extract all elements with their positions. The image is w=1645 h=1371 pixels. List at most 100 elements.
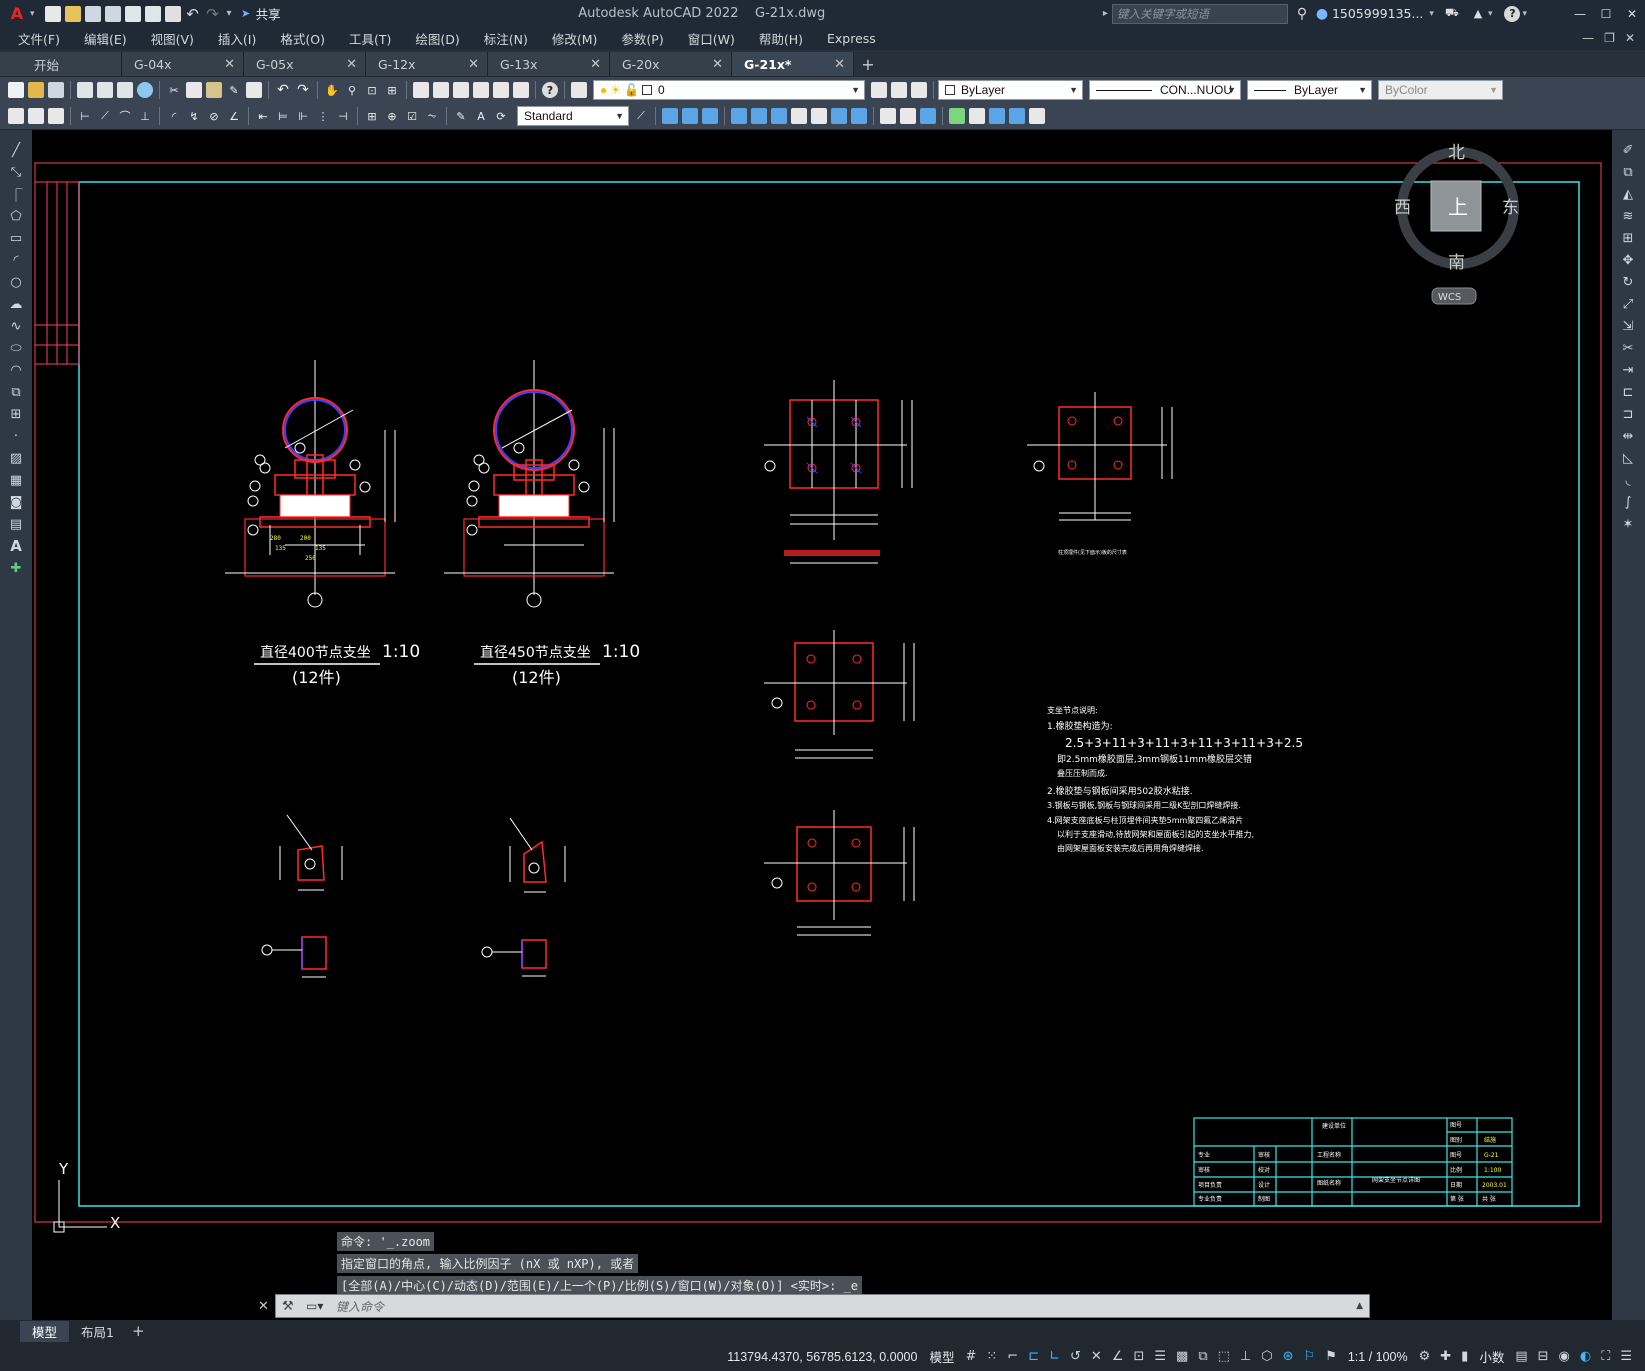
layer-walk-icon[interactable] — [28, 108, 44, 124]
dim-space-icon[interactable]: ⋮ — [315, 108, 331, 124]
dim-update-icon[interactable]: ⟳ — [493, 108, 509, 124]
save-icon[interactable] — [48, 82, 64, 98]
circle-icon[interactable]: ○ — [6, 272, 26, 292]
press-pull-icon[interactable] — [751, 108, 767, 124]
dim-aligned-icon[interactable]: ⟋ — [97, 108, 113, 124]
annotation-monitor-icon[interactable]: ✚ — [1440, 1349, 1451, 1364]
layer-icon[interactable] — [48, 108, 64, 124]
convert-icon[interactable] — [851, 108, 867, 124]
command-input[interactable]: ✕ ⚒ ▭▾ 键入命令 ▲ — [258, 1294, 1370, 1318]
open-file-icon[interactable] — [64, 5, 81, 22]
pan-icon[interactable]: ✋ — [324, 82, 340, 98]
maximize-icon[interactable]: ☐ — [1593, 7, 1619, 21]
close-tab-icon[interactable]: ✕ — [590, 57, 601, 72]
gradient-icon[interactable]: ▦ — [6, 470, 26, 490]
publish-icon[interactable] — [117, 82, 133, 98]
shade-icon[interactable] — [900, 108, 916, 124]
save-as-icon[interactable] — [104, 5, 121, 22]
menu-view[interactable]: 视图(V) — [139, 29, 206, 48]
layer-properties-icon[interactable] — [571, 82, 587, 98]
break-icon[interactable]: ⊐ — [1618, 404, 1638, 424]
attribute-icon[interactable] — [989, 108, 1005, 124]
grid-icon[interactable]: # — [965, 1349, 976, 1364]
preview-icon[interactable] — [97, 82, 113, 98]
cut-icon[interactable]: ✂ — [166, 82, 182, 98]
spline-icon[interactable]: ∿ — [6, 316, 26, 336]
units-icon[interactable]: ▮ — [1461, 1349, 1468, 1364]
user-icon[interactable]: ● — [1314, 6, 1330, 22]
close-tab-icon[interactable]: ✕ — [834, 57, 845, 72]
qnew-icon[interactable] — [8, 82, 24, 98]
doc-restore-icon[interactable]: ❐ — [1604, 31, 1615, 45]
transparency-icon[interactable]: ▩ — [1176, 1349, 1188, 1364]
tab-g-04x[interactable]: G-04x ✕ — [122, 52, 244, 76]
add-layout-icon[interactable]: + — [132, 1322, 145, 1340]
workspace-gear-icon[interactable]: ⚙ — [1419, 1349, 1431, 1364]
offset-icon[interactable]: ≋ — [1618, 206, 1638, 226]
annotation-scale[interactable]: 1:1 / 100% — [1348, 1350, 1408, 1364]
annotation-visibility-icon[interactable]: ⚐ — [1304, 1349, 1316, 1364]
quick-dim-icon[interactable]: ⇤ — [255, 108, 271, 124]
lineweight-icon[interactable]: ☰ — [1154, 1349, 1166, 1364]
stretch-icon[interactable]: ⇲ — [1618, 316, 1638, 336]
plot-icon[interactable] — [164, 5, 181, 22]
add-selected-icon[interactable]: ✚ — [6, 558, 26, 578]
autocad-logo-icon[interactable]: A — [4, 3, 30, 25]
arc-icon[interactable]: ◜ — [6, 250, 26, 270]
command-history-toggle-icon[interactable]: ▲ — [1356, 1301, 1363, 1311]
coordinate-readout[interactable]: 113794.4370, 56785.6123, 0.0000 — [727, 1350, 917, 1364]
ortho-icon[interactable]: ∟ — [1049, 1349, 1060, 1364]
hatch-icon[interactable]: ▨ — [6, 448, 26, 468]
quick-properties-icon[interactable]: ▤ — [1515, 1349, 1527, 1364]
visual-style-icon[interactable] — [880, 108, 896, 124]
save-web-icon[interactable] — [144, 5, 161, 22]
tab-g-12x[interactable]: G-12x ✕ — [366, 52, 488, 76]
dim-edit-icon[interactable]: ✎ — [453, 108, 469, 124]
solid-box-icon[interactable] — [662, 108, 678, 124]
dim-angular-icon[interactable]: ∠ — [226, 108, 242, 124]
revcloud-icon[interactable]: ☁ — [6, 294, 26, 314]
join-icon[interactable]: ⇹ — [1618, 426, 1638, 446]
new-file-icon[interactable] — [44, 5, 61, 22]
paste-icon[interactable] — [206, 82, 222, 98]
ellipse-arc-icon[interactable]: ◠ — [6, 360, 26, 380]
selection-cycling-icon[interactable]: ⧉ — [1198, 1349, 1207, 1364]
fillet-icon[interactable]: ◟ — [1618, 470, 1638, 490]
scale-icon[interactable]: ⤢ — [1618, 294, 1638, 314]
tab-model[interactable]: 模型 — [20, 1320, 70, 1342]
close-tab-icon[interactable]: ✕ — [346, 57, 357, 72]
layer-previous-icon[interactable] — [891, 82, 907, 98]
zoom-window-icon[interactable]: ⊡ — [364, 82, 380, 98]
zoom-previous-icon[interactable]: ⊞ — [384, 82, 400, 98]
polygon-icon[interactable]: ⬠ — [6, 206, 26, 226]
help-icon[interactable]: ? — [542, 82, 558, 98]
menu-help[interactable]: 帮助(H) — [747, 29, 815, 48]
menu-parametric[interactable]: 参数(P) — [609, 29, 675, 48]
model-space-canvas[interactable]: 280 200 135 135 250 直径400节点支坐 1:10 (12件) — [32, 130, 1612, 1320]
quickcalc-icon[interactable] — [513, 82, 529, 98]
block-editor-icon[interactable] — [246, 82, 262, 98]
dim-baseline-icon[interactable]: ⊨ — [275, 108, 291, 124]
extend-icon[interactable]: ⇥ — [1618, 360, 1638, 380]
dim-ordinate-icon[interactable]: ⊥ — [137, 108, 153, 124]
tab-g-13x[interactable]: G-13x ✕ — [488, 52, 610, 76]
attach-icon[interactable] — [1029, 108, 1045, 124]
match-properties-icon[interactable]: ✎ — [226, 82, 242, 98]
search-expand-icon[interactable]: ▸ — [1103, 8, 1108, 19]
render-icon[interactable] — [8, 108, 24, 124]
dim-text-edit-icon[interactable]: A — [473, 108, 489, 124]
rotate-icon[interactable]: ↻ — [1618, 272, 1638, 292]
viewcube[interactable]: 上 北 南 西 东 WCS — [1394, 143, 1519, 305]
search-icon[interactable]: ⚲ — [1294, 6, 1310, 22]
share-icon[interactable]: ➤ — [238, 6, 254, 22]
mirror-icon[interactable]: ◭ — [1618, 184, 1638, 204]
command-prompt-icon[interactable]: ▭▾ — [306, 1299, 323, 1313]
blend-icon[interactable]: ∫ — [1618, 492, 1638, 512]
save-icon[interactable] — [84, 5, 101, 22]
solid-subtract-icon[interactable] — [702, 108, 718, 124]
dim-diameter-icon[interactable]: ⊘ — [206, 108, 222, 124]
interfere-icon[interactable] — [791, 108, 807, 124]
selection-filter-icon[interactable]: ⬡ — [1261, 1349, 1272, 1364]
autodesk-a360-icon[interactable]: ▲ — [1470, 6, 1486, 22]
dim-linear-icon[interactable]: ⊢ — [77, 108, 93, 124]
